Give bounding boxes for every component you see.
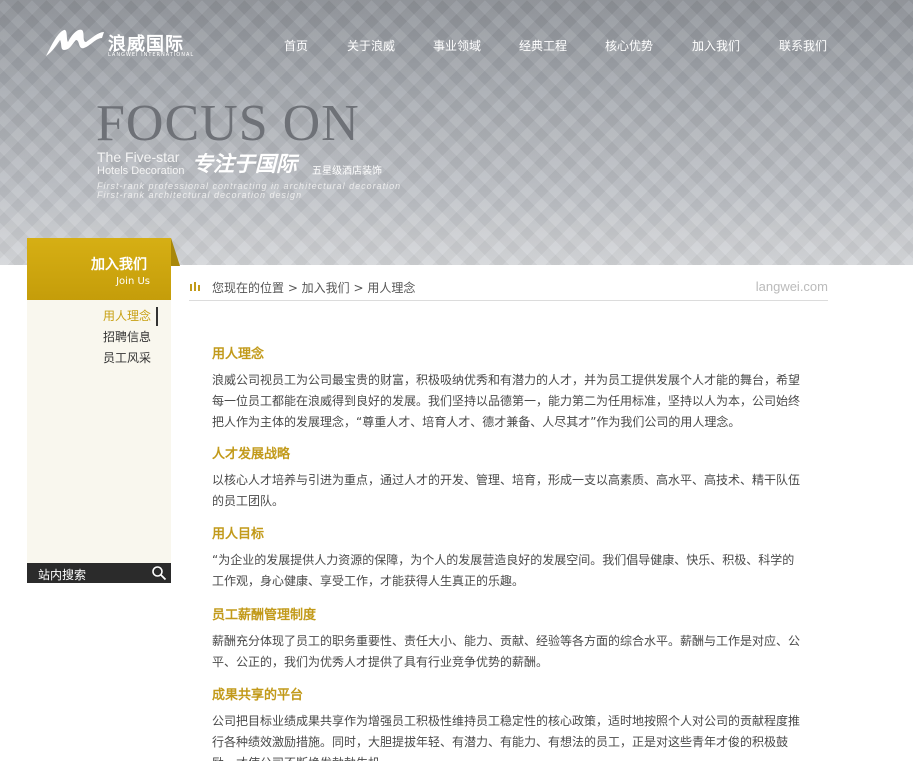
banner-cn-title: 专注于国际 — [192, 152, 297, 176]
sidebar-title: 加入我们 — [91, 257, 147, 273]
section-body: 以核心人才培养与引进为重点，通过人才的开发、管理、培育，形成一支以高素质、高水平… — [212, 473, 801, 508]
section-shared-results: 成果共享的平台 公司把目标业绩成果共享作为增强员工积极性维持员工稳定性的核心政策… — [212, 684, 802, 761]
section-body: 公司把目标业绩成果共享作为增强员工积极性维持员工稳定性的核心政策，适时地按照个人… — [212, 714, 801, 761]
section-title: 用人理念 — [212, 347, 265, 362]
nav-business[interactable]: 事业领域 — [433, 37, 481, 54]
sidebar-item-philosophy[interactable]: 用人理念 — [103, 307, 151, 324]
section-title: 员工薪酬管理制度 — [212, 608, 317, 623]
nav-join[interactable]: 加入我们 — [692, 37, 740, 54]
section-title: 用人目标 — [212, 527, 265, 542]
section-title: 人才发展战略 — [212, 447, 291, 462]
section-body: 薪酬充分体现了员工的职务重要性、责任大小、能力、贡献、经验等各方面的综合水平。薪… — [212, 634, 801, 669]
sidebar-header: 加入我们 Join Us — [27, 238, 171, 300]
nav-projects[interactable]: 经典工程 — [519, 37, 567, 54]
sidebar: 加入我们 Join Us 用人理念 招聘信息 员工风采 站内搜索 — [27, 238, 180, 583]
nav-advantages[interactable]: 核心优势 — [605, 37, 653, 54]
sidebar-item-staff-style[interactable]: 员工风采 — [103, 349, 151, 366]
section-body: “为企业的发展提供人力资源的保障，为个人的发展营造良好的发展空间。我们倡导健康、… — [212, 553, 795, 588]
section-compensation: 员工薪酬管理制度 薪酬充分体现了员工的职务重要性、责任大小、能力、贡献、经验等各… — [212, 604, 802, 673]
search-label: 站内搜索 — [38, 568, 87, 582]
banner-cn-small: 五星级酒店装饰 — [312, 166, 382, 177]
search-icon[interactable] — [151, 565, 167, 581]
header-banner: 浪威国际 LANGWEI INTERNATIONAL 首页 关于浪威 事业领域 … — [0, 0, 913, 265]
nav-about[interactable]: 关于浪威 — [347, 37, 395, 54]
banner-subtitle-1: The Five-star — [97, 149, 180, 165]
sidebar-item-recruitment[interactable]: 招聘信息 — [103, 328, 151, 345]
section-title: 成果共享的平台 — [212, 688, 304, 703]
sidebar-subtitle: Join Us — [116, 276, 150, 287]
site-search-bar[interactable]: 站内搜索 — [27, 563, 171, 583]
site-domain: langwei.com — [755, 279, 828, 294]
breadcrumb-path: 您现在的位置 > 加入我们 > 用人理念 — [212, 281, 416, 295]
section-body: 浪威公司视员工为公司最宝贵的财富，积极吸纳优秀和有潜力的人才，并为员工提供发展个… — [212, 373, 801, 429]
breadcrumb: 您现在的位置 > 加入我们 > 用人理念 langwei.com — [189, 277, 828, 301]
banner-line-2: First-rank architectural decoration desi… — [97, 190, 303, 200]
location-icon — [190, 282, 200, 291]
nav-contact[interactable]: 联系我们 — [779, 37, 827, 54]
main-nav: 首页 关于浪威 事业领域 经典工程 核心优势 加入我们 联系我们 — [0, 37, 913, 57]
section-philosophy: 用人理念 浪威公司视员工为公司最宝贵的财富，积极吸纳优秀和有潜力的人才，并为员工… — [212, 343, 802, 433]
section-talent-strategy: 人才发展战略 以核心人才培养与引进为重点，通过人才的开发、管理、培育，形成一支以… — [212, 443, 802, 512]
sidebar-header-tab — [171, 238, 180, 266]
banner-subtitle-2: Hotels Decoration — [97, 165, 185, 177]
nav-home[interactable]: 首页 — [284, 37, 308, 54]
active-indicator — [156, 307, 158, 326]
section-employment-goal: 用人目标 “为企业的发展提供人力资源的保障，为个人的发展营造良好的发展空间。我们… — [212, 523, 802, 592]
banner-title: FOCUS ON — [96, 95, 360, 152]
